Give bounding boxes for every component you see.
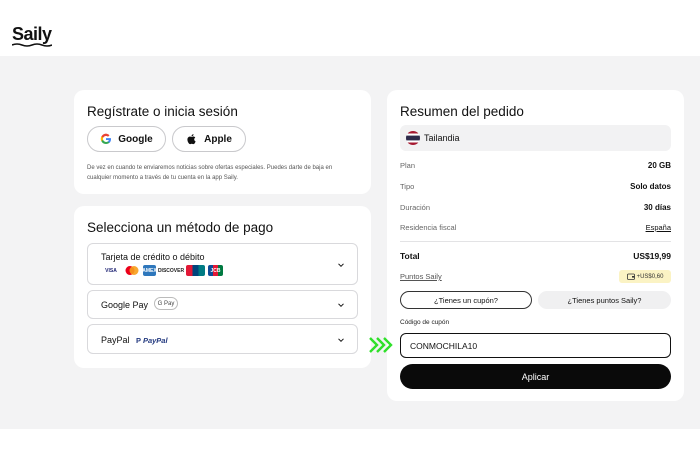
- coupon-code-input[interactable]: CONMOCHILA10: [400, 333, 671, 358]
- login-title: Regístrate o inicia sesión: [87, 104, 238, 119]
- google-login-button[interactable]: Google: [87, 126, 166, 152]
- coupon-field-label: Código de cupón: [400, 319, 450, 326]
- amex-logo: AMEX: [142, 265, 157, 276]
- total-label: Total: [400, 251, 420, 261]
- top-bar: Saily: [0, 0, 700, 56]
- summary-title: Resumen del pedido: [400, 104, 524, 119]
- payment-option-label: Tarjeta de crédito o débito: [101, 252, 205, 262]
- apply-button[interactable]: Aplicar: [400, 364, 671, 389]
- payment-title: Selecciona un método de pago: [87, 220, 274, 235]
- logo-wave-icon: [12, 43, 52, 47]
- plan-value: 20 GB: [647, 161, 671, 170]
- chevron-down-icon: [338, 338, 344, 343]
- discover-logo: DISCOVER: [158, 265, 184, 276]
- chevron-down-icon: [338, 263, 344, 268]
- total-value: US$19,99: [633, 251, 671, 261]
- jcb-logo: JCB: [208, 265, 223, 276]
- duration-value: 30 días: [643, 203, 671, 212]
- tax-residence-label: Residencia fiscal: [400, 223, 457, 232]
- payment-option-google-pay[interactable]: Google Pay G Pay: [87, 290, 358, 319]
- payment-option-label: Google Pay: [101, 300, 149, 310]
- chevron-down-icon: [338, 303, 344, 308]
- coupon-tab[interactable]: ¿Tienes un cupón?: [400, 291, 532, 309]
- google-icon: [101, 133, 112, 145]
- type-label: Tipo: [400, 182, 415, 191]
- duration-label: Duración: [400, 203, 431, 212]
- paypal-wordmark: PayPal: [142, 336, 168, 345]
- saily-logo[interactable]: Saily: [12, 24, 52, 45]
- tax-residence-link[interactable]: España: [646, 223, 671, 232]
- google-label: Google: [118, 133, 153, 145]
- apple-icon: [187, 134, 196, 145]
- payment-option-paypal[interactable]: PayPal P PayPal: [87, 324, 358, 354]
- payment-option-label: PayPal: [101, 335, 130, 345]
- paypal-logo: P PayPal: [136, 336, 168, 345]
- points-bonus-value: +US$0,60: [636, 273, 664, 280]
- type-value: Solo datos: [630, 182, 671, 191]
- country-name: Tailandia: [424, 133, 460, 143]
- mastercard-logo: [125, 266, 139, 275]
- newsletter-note: De vez en cuando te enviaremos noticias …: [87, 165, 333, 181]
- thailand-flag-icon: [406, 131, 420, 145]
- card-brand-logos: VISA AMEX DISCOVER JCB: [101, 265, 223, 276]
- login-card: Regístrate o inicia sesión Google Apple …: [74, 90, 371, 194]
- annotation-arrows-icon: [369, 337, 393, 353]
- order-summary-card: Resumen del pedido Tailandia Plan 20 GB …: [387, 90, 684, 401]
- apple-label: Apple: [204, 133, 232, 145]
- payment-card: Selecciona un método de pago Tarjeta de …: [74, 206, 371, 368]
- divider: [400, 241, 671, 242]
- country-chip: Tailandia: [400, 125, 671, 151]
- saily-points-tab[interactable]: ¿Tienes puntos Saily?: [538, 291, 671, 309]
- payment-option-card[interactable]: Tarjeta de crédito o débito VISA AMEX DI…: [87, 243, 358, 285]
- apple-login-button[interactable]: Apple: [172, 126, 246, 152]
- wallet-icon: [626, 273, 635, 280]
- google-pay-badge: G Pay: [154, 297, 178, 310]
- plan-label: Plan: [400, 161, 416, 170]
- saily-points-link[interactable]: Puntos Saily: [400, 272, 442, 281]
- points-bonus-badge: +US$0,60: [619, 270, 671, 283]
- visa-logo: VISA: [101, 265, 121, 276]
- footer: [0, 429, 700, 467]
- unionpay-logo: [186, 265, 205, 276]
